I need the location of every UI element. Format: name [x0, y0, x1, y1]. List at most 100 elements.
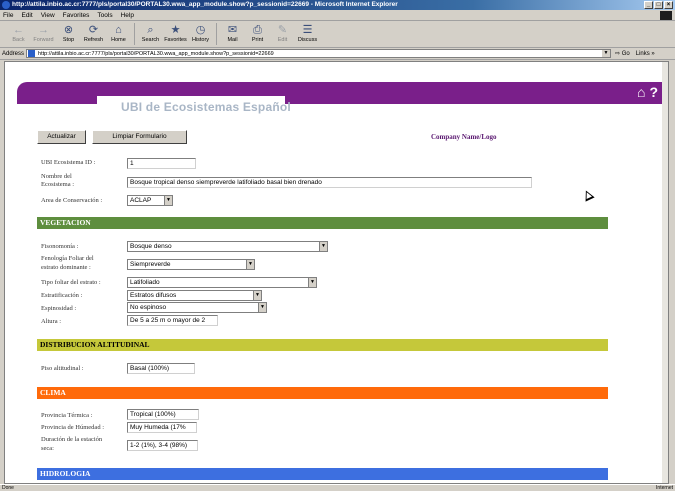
provincia-termica-label: Provincia Térmica :	[41, 412, 93, 419]
menu-view[interactable]: View	[41, 12, 55, 19]
duracion-seca-label-line1: Duración de la estación	[41, 436, 103, 443]
nombre-label-line1: Nombre del	[41, 173, 72, 180]
piso-altitudinal-label: Piso altitudinal :	[41, 365, 84, 372]
duracion-seca-label-line2: seca:	[41, 445, 54, 452]
portal-nav-icons: ⌂ ?	[637, 84, 658, 100]
estratificacion-select[interactable]: Estratos difusos ▼	[127, 290, 262, 301]
home-button[interactable]: ⌂ Home	[106, 23, 131, 47]
page-title: UBI de Ecosistemas Español	[121, 100, 291, 114]
fisonomia-label: Fisonomonía :	[41, 243, 79, 250]
back-arrow-icon: ←	[13, 24, 24, 36]
home-icon[interactable]: ⌂	[637, 84, 645, 100]
stop-button[interactable]: ⊗ Stop	[56, 23, 81, 47]
mail-button[interactable]: ✉ Mail	[220, 23, 245, 47]
print-icon: ⎙	[253, 24, 262, 36]
chevron-down-icon: ▼	[258, 303, 266, 312]
piso-altitudinal-input[interactable]: Basal (100%)	[127, 363, 195, 374]
estratificacion-label: Estratificación :	[41, 292, 83, 299]
history-icon: ◷	[195, 24, 206, 36]
espinosidad-select[interactable]: No espinoso ▼	[127, 302, 267, 313]
help-icon[interactable]: ?	[649, 84, 658, 100]
maximize-button[interactable]: □	[654, 1, 663, 9]
menu-help[interactable]: Help	[121, 12, 134, 19]
menu-bar: File Edit View Favorites Tools Help	[0, 10, 675, 21]
discuss-button[interactable]: ☰ Discuss	[295, 23, 320, 47]
edit-button[interactable]: ✎ Edit	[270, 23, 295, 47]
chevron-down-icon: ▼	[319, 242, 327, 251]
page-icon	[28, 50, 36, 57]
chevron-down-icon: ▼	[164, 196, 172, 205]
section-vegetacion: VEGETACION	[37, 217, 608, 229]
section-clima: CLIMA	[37, 387, 608, 399]
window-title: http://attila.inbio.ac.cr:7777/pls/porta…	[12, 1, 398, 8]
vertical-scrollbar[interactable]	[662, 62, 668, 483]
espinosidad-select-value: No espinoso	[130, 304, 167, 311]
menu-edit[interactable]: Edit	[21, 12, 32, 19]
duracion-seca-input[interactable]: 1-2 (1%), 3-4 (98%)	[127, 440, 198, 451]
history-button[interactable]: ◷ History	[188, 23, 213, 47]
status-bar: Done Internet	[0, 484, 675, 491]
nombre-label-line2: Ecosistema :	[41, 181, 75, 188]
fisonomia-select[interactable]: Bosque denso ▼	[127, 241, 328, 252]
company-logo-text: Company Name/Logo	[431, 133, 497, 141]
discuss-icon: ☰	[302, 24, 313, 36]
fenologia-select-value: Siempreverde	[130, 261, 171, 268]
tipo-foliar-label: Tipo foliar del estrato :	[41, 279, 101, 286]
address-label: Address	[2, 50, 25, 57]
menu-tools[interactable]: Tools	[97, 12, 112, 19]
address-url: http://attila.inbio.ac.cr:7777/pls/porta…	[38, 50, 274, 57]
window-title-bar: http://attila.inbio.ac.cr:7777/pls/porta…	[0, 0, 675, 10]
toolbar-divider	[216, 23, 217, 45]
area-select[interactable]: ACLAP ▼	[127, 195, 173, 206]
edit-icon: ✎	[277, 24, 288, 36]
provincia-humedad-label: Provincia de Húmedad :	[41, 424, 104, 431]
forward-button[interactable]: → Forward	[31, 23, 56, 47]
close-button[interactable]: ×	[664, 1, 673, 9]
menu-file[interactable]: File	[3, 12, 13, 19]
provincia-termica-input[interactable]: Tropical (100%)	[127, 409, 199, 420]
menu-favorites[interactable]: Favorites	[63, 12, 90, 19]
toolbar-divider	[134, 23, 135, 45]
provincia-humedad-input[interactable]: Muy Humeda (17%	[127, 422, 197, 433]
altura-input[interactable]: De 5 a 25 m o mayor de 2	[127, 315, 218, 326]
forward-arrow-icon: →	[38, 24, 49, 36]
nombre-input[interactable]: Bosque tropical denso siempreverde latif…	[127, 177, 532, 188]
chevron-down-icon: ▼	[253, 291, 261, 300]
print-button[interactable]: ⎙ Print	[245, 23, 270, 47]
clear-form-button[interactable]: Limpiar Formulario	[92, 130, 187, 144]
ie-icon	[2, 1, 10, 9]
tipo-foliar-select[interactable]: Latifoliado ▼	[127, 277, 317, 288]
chevron-down-icon: ▼	[246, 260, 254, 269]
espinosidad-label: Espinosidad :	[41, 305, 77, 312]
refresh-icon: ⟳	[88, 24, 99, 36]
section-distribucion-altitudinal: DISTRIBUCION ALTITUDINAL	[37, 339, 608, 351]
search-button[interactable]: ⌕ Search	[138, 23, 163, 47]
ubi-id-input[interactable]: 1	[127, 158, 196, 169]
fenologia-label-line2: estrato dominante :	[41, 264, 91, 271]
update-button[interactable]: Actualizar	[37, 130, 86, 144]
address-input[interactable]: http://attila.inbio.ac.cr:7777/pls/porta…	[26, 49, 612, 58]
security-zone: Internet	[656, 485, 673, 491]
fenologia-select[interactable]: Siempreverde ▼	[127, 259, 255, 270]
stop-icon: ⊗	[63, 24, 74, 36]
tipo-foliar-select-value: Latifoliado	[130, 279, 160, 286]
back-button[interactable]: ← Back	[6, 23, 31, 47]
home-icon: ⌂	[115, 24, 122, 36]
status-text: Done	[2, 485, 14, 491]
page-content: UBI de Ecosistemas Español Company Name/…	[4, 61, 669, 484]
favorites-button[interactable]: ★ Favorites	[163, 23, 188, 47]
favorites-icon: ★	[170, 24, 181, 36]
area-select-value: ACLAP	[130, 197, 152, 204]
address-bar: Address http://attila.inbio.ac.cr:7777/p…	[0, 48, 675, 60]
links-button[interactable]: Links »	[636, 51, 655, 57]
ubi-id-label: UBI Ecosistema ID :	[41, 159, 96, 166]
address-dropdown-icon[interactable]: ▼	[602, 50, 611, 57]
window-controls: _ □ ×	[644, 1, 673, 9]
minimize-button[interactable]: _	[644, 1, 653, 9]
refresh-button[interactable]: ⟳ Refresh	[81, 23, 106, 47]
section-hidrologia: HIDROLOGIA	[37, 468, 608, 480]
go-button[interactable]: ⇨ Go	[615, 50, 630, 57]
estratificacion-select-value: Estratos difusos	[130, 292, 177, 299]
browser-toolbar: ← Back → Forward ⊗ Stop ⟳ Refresh ⌂ Home ⌕ Sea…	[0, 21, 675, 48]
fenologia-label-line1: Fenología Foliar del	[41, 255, 94, 262]
